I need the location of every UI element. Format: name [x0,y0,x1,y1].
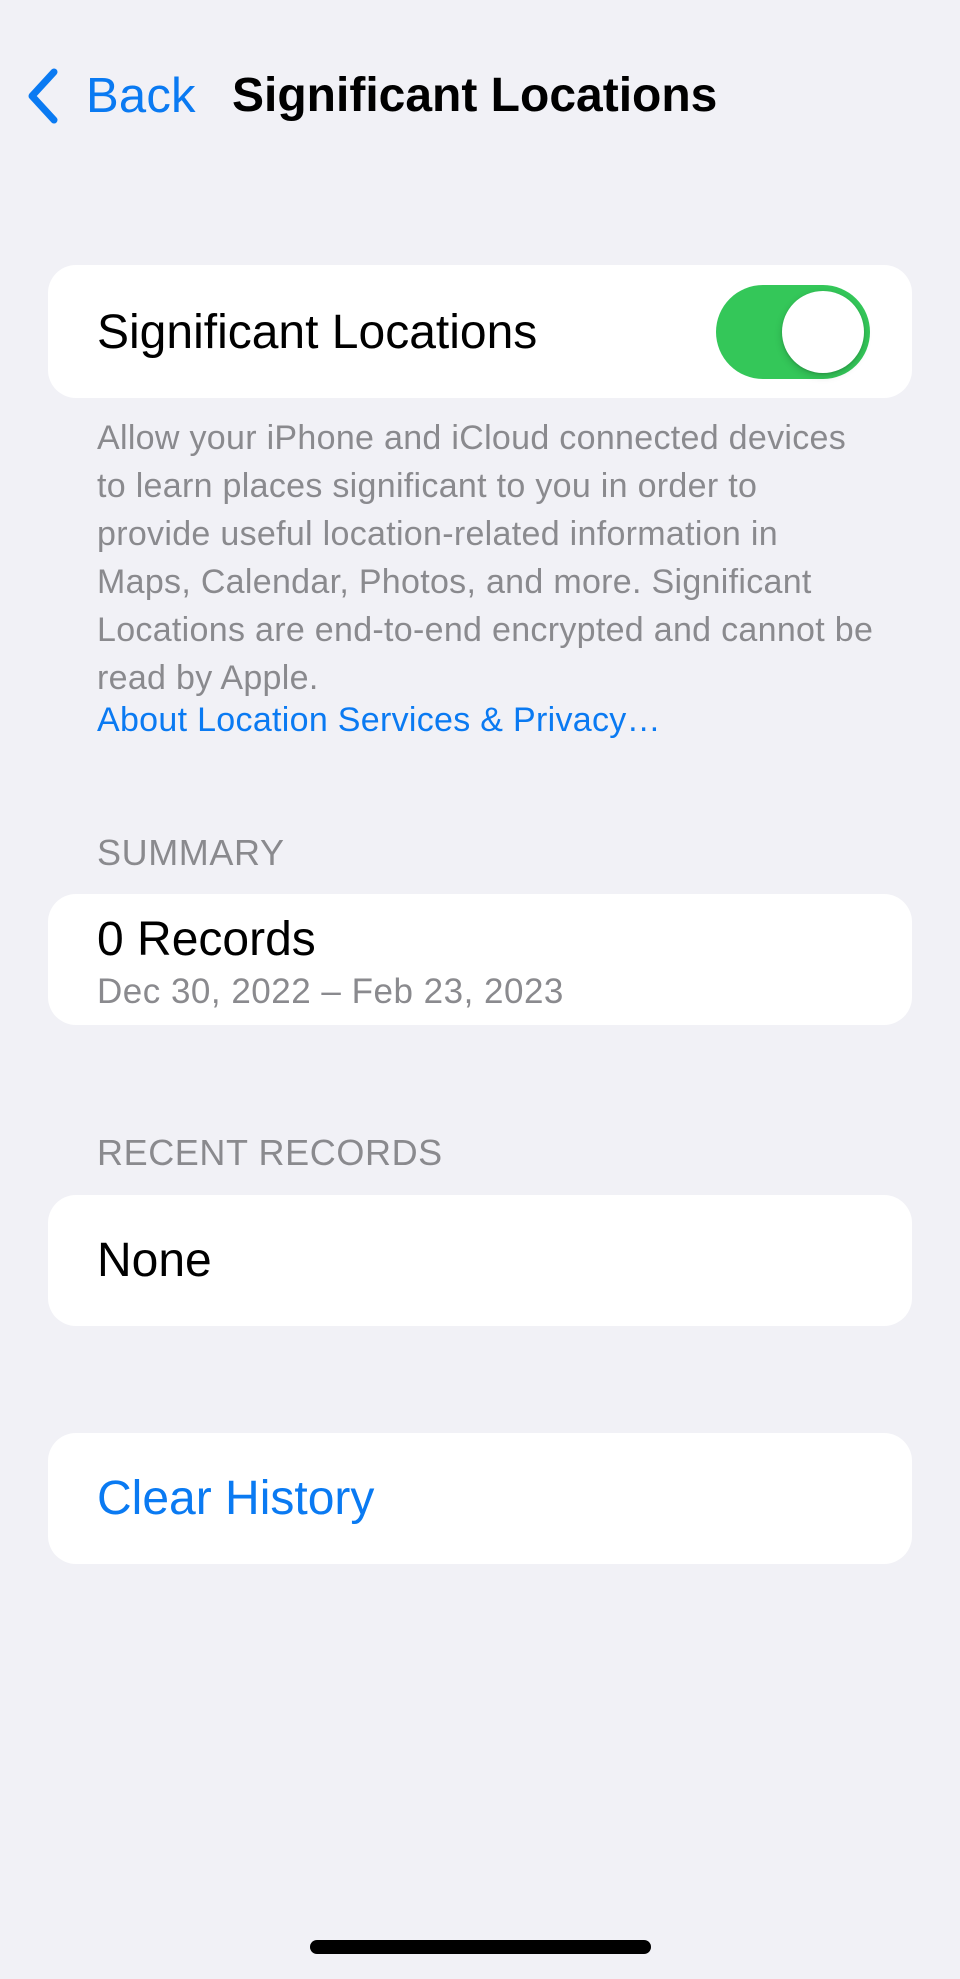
chevron-left-icon [24,66,64,126]
home-indicator[interactable] [310,1940,651,1954]
back-button[interactable]: Back [24,64,196,128]
description-text: Allow your iPhone and iCloud connected d… [97,419,874,697]
records-count: 0 Records [97,913,316,966]
records-date-range: Dec 30, 2022 – Feb 23, 2023 [97,972,564,1011]
back-label: Back [86,69,196,123]
page-title: Significant Locations [232,69,718,122]
summary-card: 0 Records Dec 30, 2022 – Feb 23, 2023 [48,894,912,1025]
navigation-bar: Back Significant Locations [0,58,960,134]
clear-history-button[interactable]: Clear History [48,1433,912,1564]
recent-records-card: None [48,1195,912,1326]
clear-history-label: Clear History [97,1472,375,1525]
toggle-row-label: Significant Locations [97,306,538,359]
recent-records-value: None [97,1234,212,1287]
about-location-privacy-link[interactable]: About Location Services & Privacy… [97,696,661,744]
significant-locations-toggle-row: Significant Locations [48,265,912,398]
significant-locations-switch[interactable] [716,285,870,379]
recent-records-section-header: RECENT RECORDS [97,1132,443,1173]
switch-knob [782,291,864,373]
summary-section-header: SUMMARY [97,832,285,873]
significant-locations-screen: Back Significant Locations Significant L… [0,0,960,1979]
